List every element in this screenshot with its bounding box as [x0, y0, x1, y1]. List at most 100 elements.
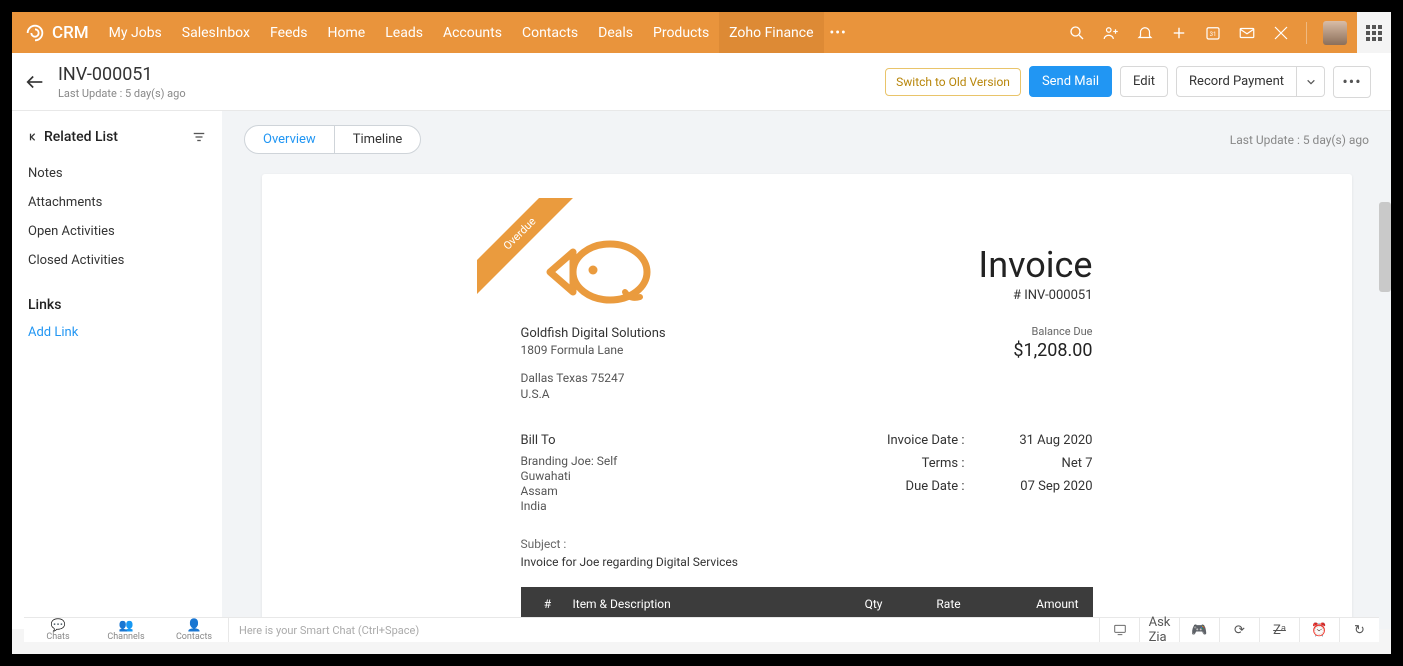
divider	[1306, 22, 1307, 44]
company-address-line2: Dallas Texas 75247	[521, 371, 666, 385]
bill-to-line-2: Guwahati	[521, 469, 618, 483]
record-payment-button[interactable]: Record Payment	[1176, 66, 1297, 97]
ask-zia-button[interactable]: Ask Zia	[1139, 618, 1179, 642]
nav-contacts[interactable]: Contacts	[512, 12, 588, 53]
send-mail-button[interactable]: Send Mail	[1029, 66, 1112, 97]
bottom-contacts[interactable]: 👤 Contacts	[160, 619, 228, 642]
company-country: U.S.A	[521, 387, 666, 401]
nav-deals[interactable]: Deals	[588, 12, 643, 53]
company-name: Goldfish Digital Solutions	[521, 326, 666, 341]
items-table-header: # Item & Description Qty Rate Amount	[521, 587, 1093, 621]
user-avatar[interactable]	[1323, 21, 1347, 45]
bottom-channels[interactable]: 👥 Channels	[92, 619, 160, 642]
notifications-icon[interactable]: Zᵃ	[1259, 618, 1299, 642]
col-qty: Qty	[839, 597, 909, 611]
page-header: INV-000051 Last Update : 5 day(s) ago Sw…	[12, 53, 1391, 111]
contacts-icon: 👤	[160, 619, 228, 631]
bottom-bar: 💬 Chats 👥 Channels 👤 Contacts Here is yo…	[24, 617, 1379, 642]
scrollbar-thumb[interactable]	[1379, 202, 1391, 292]
plus-icon[interactable]	[1170, 24, 1188, 42]
chevron-down-icon	[1306, 77, 1316, 87]
nav-leads[interactable]: Leads	[375, 12, 433, 53]
tab-row: Overview Timeline Last Update : 5 day(s)…	[244, 125, 1369, 154]
bill-to-line-3: Assam	[521, 484, 618, 498]
last-update-text: Last Update : 5 day(s) ago	[1230, 133, 1369, 147]
bell-icon[interactable]	[1136, 24, 1154, 42]
nav-my-jobs[interactable]: My Jobs	[99, 12, 172, 53]
sidebar-item-closed-activities[interactable]: Closed Activities	[28, 246, 206, 275]
bill-to-line-1: Branding Joe: Self	[521, 454, 618, 468]
overdue-label: Overdue	[477, 198, 589, 303]
nav-items: My Jobs SalesInbox Feeds Home Leads Acco…	[99, 12, 824, 53]
bottom-right-tools: Ask Zia 🎮 ⟳ Zᵃ ⏰ ↻	[1099, 618, 1379, 642]
screen-share-icon[interactable]	[1099, 618, 1139, 642]
clock-icon[interactable]: ⏰	[1299, 618, 1339, 642]
brand-name: CRM	[52, 23, 89, 43]
back-arrow-icon[interactable]	[24, 71, 46, 93]
terms-value: Net 7	[1013, 456, 1093, 471]
links-header: Links	[28, 297, 206, 313]
nav-feeds[interactable]: Feeds	[260, 12, 318, 53]
bill-to-header: Bill To	[521, 433, 618, 448]
smart-chat-input[interactable]: Here is your Smart Chat (Ctrl+Space)	[228, 618, 1099, 642]
nav-more-icon[interactable]: •••	[830, 25, 847, 41]
sidebar-item-open-activities[interactable]: Open Activities	[28, 217, 206, 246]
mail-icon[interactable]	[1238, 24, 1256, 42]
links-label: Links	[28, 297, 61, 313]
nav-accounts[interactable]: Accounts	[433, 12, 512, 53]
search-icon[interactable]	[1068, 24, 1086, 42]
bottom-chats[interactable]: 💬 Chats	[24, 619, 92, 642]
tools-icon[interactable]	[1272, 24, 1290, 42]
page-title-block: INV-000051 Last Update : 5 day(s) ago	[58, 64, 186, 100]
col-rate: Rate	[909, 597, 989, 611]
history-icon[interactable]: ↻	[1339, 618, 1379, 642]
bill-to-block: Bill To Branding Joe: Self Guwahati Assa…	[521, 433, 618, 513]
header-actions: Switch to Old Version Send Mail Edit Rec…	[885, 66, 1371, 98]
chat-icon: 💬	[24, 619, 92, 631]
sidebar-item-notes[interactable]: Notes	[28, 159, 206, 188]
nav-products[interactable]: Products	[643, 12, 719, 53]
nav-zoho-finance[interactable]: Zoho Finance	[719, 12, 823, 53]
invoice-meta: Invoice Date : 31 Aug 2020 Terms : Net 7…	[865, 433, 1093, 513]
subject-block: Subject : Invoice for Joe regarding Digi…	[521, 537, 1093, 569]
related-list-label: Related List	[44, 129, 118, 145]
invoice-number: # INV-000051	[978, 288, 1092, 303]
page-title: INV-000051	[58, 64, 186, 85]
bill-to-line-4: India	[521, 499, 618, 513]
more-actions-button[interactable]: •••	[1333, 66, 1371, 98]
switch-old-version-button[interactable]: Switch to Old Version	[885, 68, 1021, 96]
invite-users-icon[interactable]	[1102, 24, 1120, 42]
due-date-value: 07 Sep 2020	[1013, 479, 1093, 494]
sidebar-item-attachments[interactable]: Attachments	[28, 188, 206, 217]
filter-list-icon[interactable]	[192, 130, 206, 144]
col-amount: Amount	[989, 597, 1079, 611]
tab-overview[interactable]: Overview	[245, 126, 335, 153]
nav-salesinbox[interactable]: SalesInbox	[172, 12, 260, 53]
terms-label: Terms :	[865, 456, 965, 471]
invoice-card: Overdue Goldfish Digital Solutions	[262, 174, 1352, 621]
company-address-line1: 1809 Formula Lane	[521, 343, 666, 357]
edit-button[interactable]: Edit	[1120, 66, 1168, 97]
game-icon[interactable]: 🎮	[1179, 618, 1219, 642]
balance-due-label: Balance Due	[978, 325, 1092, 338]
refresh-icon[interactable]: ⟳	[1219, 618, 1259, 642]
invoice-date-label: Invoice Date :	[865, 433, 965, 448]
main-content: Overview Timeline Last Update : 5 day(s)…	[222, 111, 1391, 629]
add-link-button[interactable]: Add Link	[28, 321, 206, 344]
record-payment-group: Record Payment	[1176, 66, 1325, 97]
apps-launcher-icon[interactable]	[1357, 12, 1391, 53]
related-list-header: Related List	[28, 129, 206, 145]
nav-home[interactable]: Home	[318, 12, 376, 53]
crm-logo: CRM	[24, 22, 89, 44]
calendar-icon[interactable]: 31	[1204, 24, 1222, 42]
invoice-date-value: 31 Aug 2020	[1013, 433, 1093, 448]
collapse-icon[interactable]	[28, 132, 38, 142]
invoice-title: Invoice	[978, 244, 1092, 286]
top-right-icons: 31	[1068, 21, 1347, 45]
sidebar: Related List Notes Attachments Open Acti…	[12, 111, 222, 629]
overdue-ribbon: Overdue	[477, 198, 597, 318]
record-payment-dropdown[interactable]	[1297, 66, 1325, 97]
zoho-logo-icon	[24, 22, 46, 44]
tab-timeline[interactable]: Timeline	[335, 126, 421, 153]
col-number: #	[535, 597, 561, 611]
